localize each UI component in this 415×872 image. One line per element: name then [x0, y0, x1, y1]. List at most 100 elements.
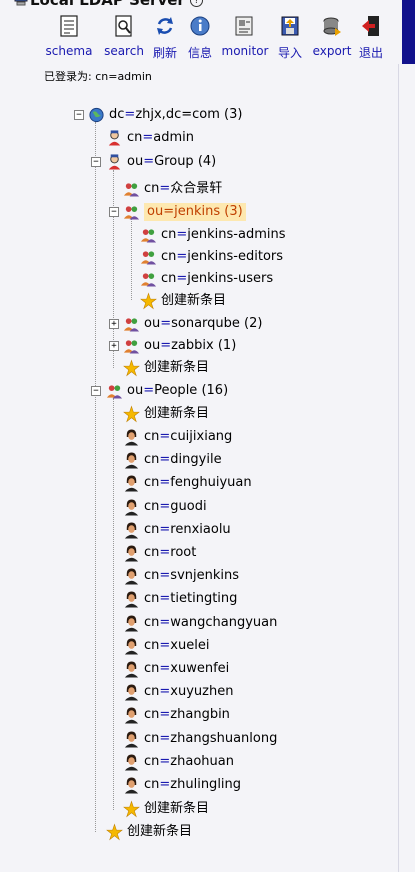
- tree-node-person[interactable]: cn=dingyile: [123, 450, 222, 470]
- tree-node-person[interactable]: cn=zhaohuan: [123, 752, 234, 772]
- tree-node-group-child[interactable]: cn=众合景轩: [123, 179, 222, 199]
- tree-node-person[interactable]: cn=zhangshuanlong: [123, 729, 277, 749]
- person-value: zhangbin: [170, 707, 230, 722]
- tree-node-jenkins[interactable]: ou=jenkins (3): [123, 202, 246, 222]
- person-attr: cn: [144, 777, 160, 792]
- create-new-entry-root[interactable]: 创建新条目: [106, 822, 192, 842]
- person-value: tietingting: [170, 591, 238, 606]
- person-icon: [124, 452, 139, 469]
- create-new-label: 创建新条目: [144, 801, 210, 816]
- tree-node-person[interactable]: cn=root: [123, 543, 196, 563]
- person-attr: cn: [144, 731, 160, 746]
- tree-guide-line: [131, 218, 132, 300]
- collapse-toggle-people[interactable]: −: [91, 386, 101, 396]
- node-attr: cn: [161, 271, 177, 286]
- person-value: fenghuiyuan: [170, 475, 252, 490]
- create-new-entry-people-top[interactable]: 创建新条目: [123, 404, 209, 424]
- tree-node-person[interactable]: cn=guodi: [123, 497, 207, 517]
- person-value: root: [170, 545, 197, 560]
- collapse-toggle-group[interactable]: −: [91, 157, 101, 167]
- tree-node-sonarqube[interactable]: ou=sonarqube (2): [123, 314, 262, 334]
- person-icon: [124, 568, 139, 585]
- tree-node-people[interactable]: ou=People (16): [106, 381, 228, 401]
- node-value: jenkins-admins: [187, 227, 286, 242]
- tree-node-group[interactable]: ou=Group (4): [106, 152, 216, 172]
- create-new-label: 创建新条目: [144, 360, 210, 375]
- tree-node-person[interactable]: cn=cuijixiang: [123, 427, 232, 447]
- group-icon: [140, 273, 157, 287]
- create-new-entry-jenkins[interactable]: 创建新条目: [140, 291, 226, 311]
- person-attr: cn: [144, 499, 160, 514]
- tree-node-person[interactable]: cn=renxiaolu: [123, 520, 231, 540]
- tree-node-person[interactable]: cn=xuwenfei: [123, 659, 229, 679]
- right-edge-bar: [402, 0, 415, 64]
- node-value: jenkins-editors: [187, 249, 284, 264]
- tree-node-jenkins-child[interactable]: cn=jenkins-editors: [140, 247, 283, 267]
- group-ou-icon: [123, 206, 140, 220]
- person-icon: [124, 522, 139, 539]
- people-value: People: [154, 383, 198, 398]
- person-attr: cn: [144, 684, 160, 699]
- person-icon: [124, 591, 139, 608]
- tree-node-person[interactable]: cn=wangchangyuan: [123, 613, 277, 633]
- tree-guide-line: [95, 122, 96, 832]
- zabbix-count: (1): [217, 338, 237, 353]
- tree-node-person[interactable]: cn=tietingting: [123, 589, 237, 609]
- person-icon: [124, 615, 139, 632]
- admin-user-icon: [108, 130, 121, 146]
- create-new-entry-people-bottom[interactable]: 创建新条目: [123, 799, 209, 819]
- tree-node-person[interactable]: cn=zhangbin: [123, 705, 230, 725]
- tree-guide-line: [113, 170, 114, 368]
- create-new-label: 创建新条目: [161, 293, 227, 308]
- root-attr: dc: [109, 107, 125, 122]
- group-ou-icon: [123, 318, 140, 332]
- person-attr: cn: [144, 661, 160, 676]
- tree-node-person[interactable]: cn=svnjenkins: [123, 566, 239, 586]
- people-attr: ou: [127, 383, 144, 398]
- expand-toggle-sonarqube[interactable]: +: [109, 319, 119, 329]
- group-ou-icon: [123, 340, 140, 354]
- tree-node-person[interactable]: cn=zhulingling: [123, 775, 241, 795]
- person-icon: [124, 638, 139, 655]
- ldap-tree: − dc=zhjx,dc=com (3) cn=admin − ou=Group…: [0, 0, 400, 872]
- person-value: cuijixiang: [170, 429, 233, 444]
- group-attr: ou: [127, 154, 144, 169]
- person-icon: [124, 684, 139, 701]
- group-ou-icon: [106, 385, 123, 399]
- node-attr: cn: [161, 227, 177, 242]
- tree-node-person[interactable]: cn=xuyuzhen: [123, 682, 233, 702]
- tree-node-jenkins-child[interactable]: cn=jenkins-admins: [140, 225, 286, 245]
- people-count: (16): [201, 383, 229, 398]
- zabbix-attr: ou: [144, 338, 161, 353]
- person-value: wangchangyuan: [170, 615, 278, 630]
- group-icon: [140, 251, 157, 265]
- expand-toggle-zabbix[interactable]: +: [109, 341, 119, 351]
- jenkins-attr: ou: [147, 204, 164, 219]
- create-new-label: 创建新条目: [144, 406, 210, 421]
- create-new-entry-group[interactable]: 创建新条目: [123, 358, 209, 378]
- tree-node-person[interactable]: cn=fenghuiyuan: [123, 473, 252, 493]
- tree-node-person[interactable]: cn=xuelei: [123, 636, 209, 656]
- tree-node-root[interactable]: dc=zhjx,dc=com (3): [88, 105, 242, 125]
- group-value: Group: [154, 154, 194, 169]
- person-attr: cn: [144, 452, 160, 467]
- person-attr: cn: [144, 545, 160, 560]
- person-value: xuelei: [170, 638, 210, 653]
- root-count: (3): [224, 107, 243, 122]
- create-new-label: 创建新条目: [127, 824, 193, 839]
- tree-node-admin[interactable]: cn=admin: [106, 128, 194, 148]
- tree-node-jenkins-child[interactable]: cn=jenkins-users: [140, 269, 273, 289]
- node-value: jenkins-users: [187, 271, 274, 286]
- person-value: zhulingling: [170, 777, 242, 792]
- collapse-toggle-root[interactable]: −: [74, 110, 84, 120]
- star-icon: [106, 823, 123, 841]
- collapse-toggle-jenkins[interactable]: −: [109, 207, 119, 217]
- person-attr: cn: [144, 591, 160, 606]
- person-icon: [124, 475, 139, 492]
- person-value: dingyile: [170, 452, 222, 467]
- person-icon: [124, 499, 139, 516]
- person-value: svnjenkins: [170, 568, 240, 583]
- tree-node-zabbix[interactable]: ou=zabbix (1): [123, 336, 236, 356]
- person-value: zhaohuan: [170, 754, 234, 769]
- person-attr: cn: [144, 638, 160, 653]
